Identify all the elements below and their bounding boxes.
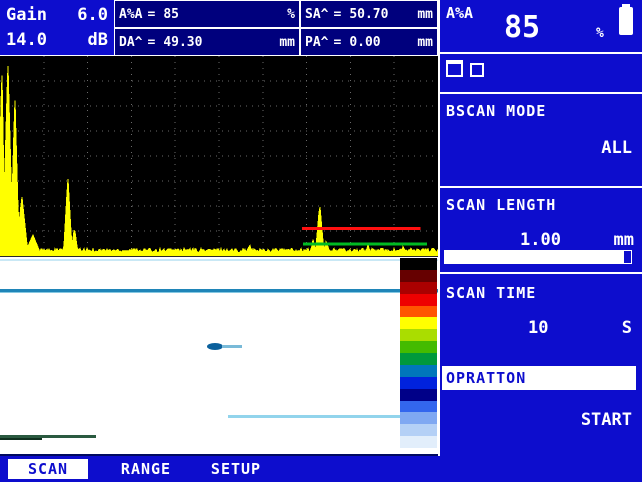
measurement-cell-da: DA^ = 49.30 mm <box>114 28 300 56</box>
bscan-backwall-line <box>228 415 400 418</box>
meas-label: PA^ <box>305 35 328 50</box>
colorbar-segment <box>400 341 437 353</box>
meas-eq: = <box>333 35 341 50</box>
colorbar-segment <box>400 353 437 365</box>
meas-eq: = <box>147 35 155 50</box>
meas-label: SA^ <box>305 7 328 22</box>
scan-progress-bar <box>444 250 632 264</box>
scan-length-value[interactable]: 1.00 <box>520 230 561 250</box>
bscan-features <box>0 257 438 454</box>
meas-label: DA^ <box>119 35 142 50</box>
scan-time-title[interactable]: SCAN TIME <box>446 284 536 302</box>
meas-eq: = <box>333 7 341 22</box>
colorbar-segment <box>400 377 437 389</box>
sidebar-reading-value: 85 <box>504 10 540 45</box>
measurement-cell-apa: A%A = 85 % <box>114 0 300 28</box>
bscan-mode-title[interactable]: BSCAN MODE <box>446 102 546 120</box>
measurement-cell-pa: PA^ = 0.00 mm <box>300 28 438 56</box>
gain-value: 6.0 <box>77 4 108 26</box>
meas-unit: % <box>287 7 295 22</box>
menu-item-range[interactable]: RANGE <box>106 459 186 479</box>
bscan-display <box>0 256 438 456</box>
flaw-detector-screen: Gain 6.0 14.0 dB A%A = 85 % SA^ = 50.70 … <box>0 0 642 482</box>
colorbar-segment <box>400 389 437 401</box>
gain-step-value: 14.0 <box>6 29 47 51</box>
ascan-plot <box>0 56 438 256</box>
operation-start-value[interactable]: START <box>581 410 632 430</box>
colorbar-segment <box>400 365 437 377</box>
scan-length-unit: mm <box>614 230 634 250</box>
measurement-grid: A%A = 85 % SA^ = 50.70 mm DA^ = 49.30 mm… <box>114 0 438 55</box>
gain-panel[interactable]: Gain 6.0 14.0 dB <box>0 0 114 55</box>
bscan-bottom-line-2 <box>0 438 42 440</box>
battery-icon <box>618 4 634 35</box>
colorbar-segment <box>400 306 437 318</box>
colorbar-segment <box>400 401 437 413</box>
bottom-menu: SCAN RANGE SETUP <box>0 456 642 482</box>
probe-status-icons <box>446 60 484 77</box>
scan-length-title[interactable]: SCAN LENGTH <box>446 196 556 214</box>
bscan-interface-shadow <box>0 292 438 293</box>
bscan-defect-blob <box>207 343 223 350</box>
colorbar-segment <box>400 282 437 294</box>
sidebar: A%A 85 % BSCAN MODE ALL SCAN LENGTH 1.00… <box>438 0 642 456</box>
scan-time-value[interactable]: 10 <box>528 318 548 338</box>
bscan-colorbar <box>400 258 437 448</box>
bscan-mode-value[interactable]: ALL <box>601 138 632 158</box>
meas-eq: = <box>147 7 155 22</box>
meas-label: A%A <box>119 7 142 22</box>
menu-item-scan[interactable]: SCAN <box>8 459 88 479</box>
measurement-cell-sa: SA^ = 50.70 mm <box>300 0 438 28</box>
scan-time-unit: S <box>622 318 632 338</box>
colorbar-segment <box>400 412 437 424</box>
meas-value: 0.00 <box>349 35 380 50</box>
menu-item-setup[interactable]: SETUP <box>196 459 276 479</box>
operation-menu-item[interactable]: OPRATTON <box>442 366 636 390</box>
meas-unit: mm <box>417 35 433 50</box>
sidebar-reading-unit: % <box>596 26 604 41</box>
sidebar-reading-label: A%A <box>446 4 473 22</box>
divider <box>440 272 642 274</box>
meas-value: 50.70 <box>349 7 388 22</box>
header: Gain 6.0 14.0 dB A%A = 85 % SA^ = 50.70 … <box>0 0 438 56</box>
colorbar-segment <box>400 258 437 270</box>
meas-value: 85 <box>163 7 179 22</box>
bscan-defect-tail <box>222 345 242 348</box>
divider <box>440 186 642 188</box>
ascan-display <box>0 56 438 256</box>
bscan-surface-line <box>0 259 438 261</box>
scan-progress-fill <box>445 251 624 263</box>
divider <box>440 92 642 94</box>
colorbar-segment <box>400 329 437 341</box>
meas-value: 49.30 <box>163 35 202 50</box>
colorbar-segment <box>400 436 437 448</box>
colorbar-segment <box>400 424 437 436</box>
colorbar-segment <box>400 294 437 306</box>
probe-icon <box>446 60 463 77</box>
colorbar-segment <box>400 317 437 329</box>
meas-unit: mm <box>279 35 295 50</box>
colorbar-segment <box>400 270 437 282</box>
divider <box>440 52 642 54</box>
gain-label: Gain <box>6 4 47 26</box>
gain-unit: dB <box>88 29 108 51</box>
meas-unit: mm <box>417 7 433 22</box>
coupling-icon <box>470 63 484 77</box>
